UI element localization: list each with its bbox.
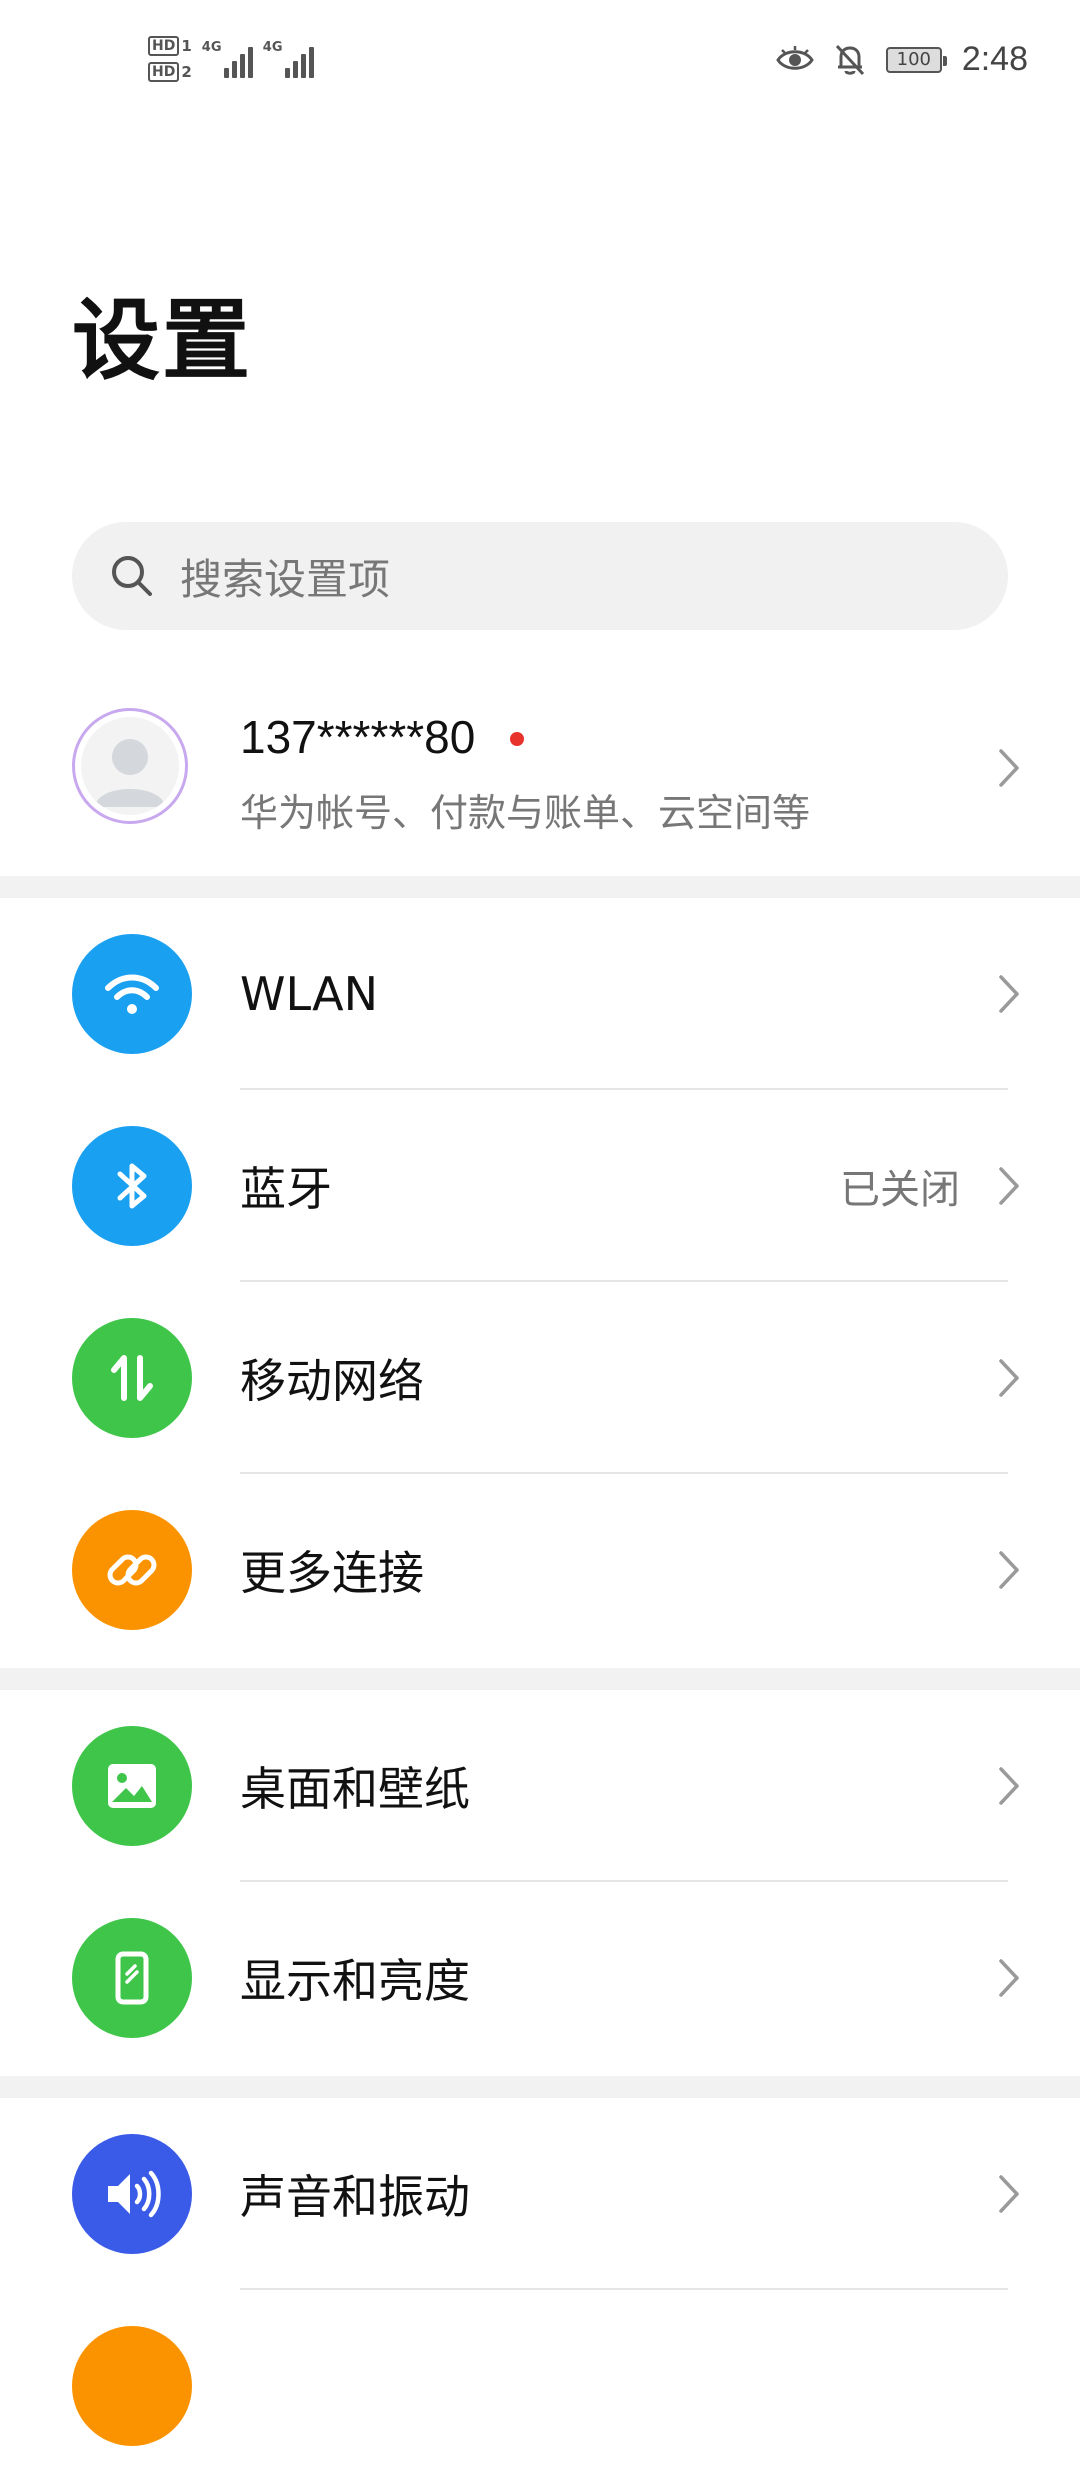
page-title: 设置 <box>72 289 253 392</box>
settings-item-more-connections[interactable]: 更多连接 <box>0 1474 1080 1666</box>
status-left: HD 1 HD 2 4G 4G <box>148 36 314 82</box>
account-row[interactable]: 137******80 华为帐号、付款与账单、云空间等 <box>0 690 1080 874</box>
chevron-right-icon <box>999 975 1019 1013</box>
wifi-icon <box>72 934 192 1054</box>
clock: 2:48 <box>961 40 1028 78</box>
settings-item-label: 更多连接 <box>240 1546 424 1600</box>
bell-off-icon <box>835 44 864 75</box>
mobile-data-icon <box>72 1318 192 1438</box>
bluetooth-icon <box>72 1126 192 1246</box>
section-divider <box>0 876 1080 898</box>
user-icon <box>95 739 165 807</box>
account-name: 137******80 <box>240 711 476 763</box>
section-divider <box>0 1668 1080 1690</box>
bluetooth-status: 已关闭 <box>840 1167 960 1213</box>
notification-dot <box>510 732 524 746</box>
battery-icon: 100 <box>885 46 947 73</box>
chevron-right-icon <box>999 2175 1019 2213</box>
chevron-right-icon <box>999 749 1019 787</box>
status-bar: HD 1 HD 2 4G 4G 100 2:48 <box>0 0 1080 135</box>
chevron-right-icon <box>999 1551 1019 1589</box>
chevron-right-icon <box>999 1767 1019 1805</box>
settings-item-label: 移动网络 <box>240 1354 424 1408</box>
avatar <box>72 708 188 824</box>
search-placeholder: 搜索设置项 <box>180 554 391 604</box>
image-icon <box>72 1726 192 1846</box>
signal-icon: 4G <box>263 40 314 78</box>
search-icon <box>112 556 152 596</box>
chevron-right-icon <box>999 1359 1019 1397</box>
settings-item-wlan[interactable]: WLAN <box>0 898 1080 1090</box>
status-right: 100 2:48 <box>776 40 1028 79</box>
volume-icon <box>72 2134 192 2254</box>
settings-item-bluetooth[interactable]: 蓝牙 已关闭 <box>0 1090 1080 1282</box>
settings-item-label: 声音和振动 <box>240 2170 470 2224</box>
signal-icon: 4G <box>202 40 253 78</box>
notification-icon <box>72 2326 192 2446</box>
settings-item-display-brightness[interactable]: 显示和亮度 <box>0 1882 1080 2074</box>
settings-item-mobile-network[interactable]: 移动网络 <box>0 1282 1080 1474</box>
display-icon <box>72 1918 192 2038</box>
sim1-hd-indicator: HD 1 <box>148 36 192 56</box>
account-subtitle: 华为帐号、付款与账单、云空间等 <box>240 791 811 835</box>
settings-item-label: 蓝牙 <box>240 1162 332 1216</box>
chevron-right-icon <box>999 1959 1019 1997</box>
hd-indicators: HD 1 HD 2 <box>148 36 192 82</box>
settings-item-label: WLAN <box>240 967 379 1021</box>
chevron-right-icon <box>999 1167 1019 1205</box>
settings-item-next[interactable] <box>0 2290 1080 2482</box>
section-divider <box>0 2076 1080 2098</box>
settings-item-sound-vibration[interactable]: 声音和振动 <box>0 2098 1080 2290</box>
sim2-hd-indicator: HD 2 <box>148 62 192 82</box>
settings-item-label: 显示和亮度 <box>240 1954 470 2008</box>
search-input[interactable]: 搜索设置项 <box>72 522 1008 630</box>
settings-item-label: 桌面和壁纸 <box>240 1762 470 1816</box>
link-icon <box>72 1510 192 1630</box>
settings-item-home-wallpaper[interactable]: 桌面和壁纸 <box>0 1690 1080 1882</box>
eye-icon <box>776 45 814 70</box>
